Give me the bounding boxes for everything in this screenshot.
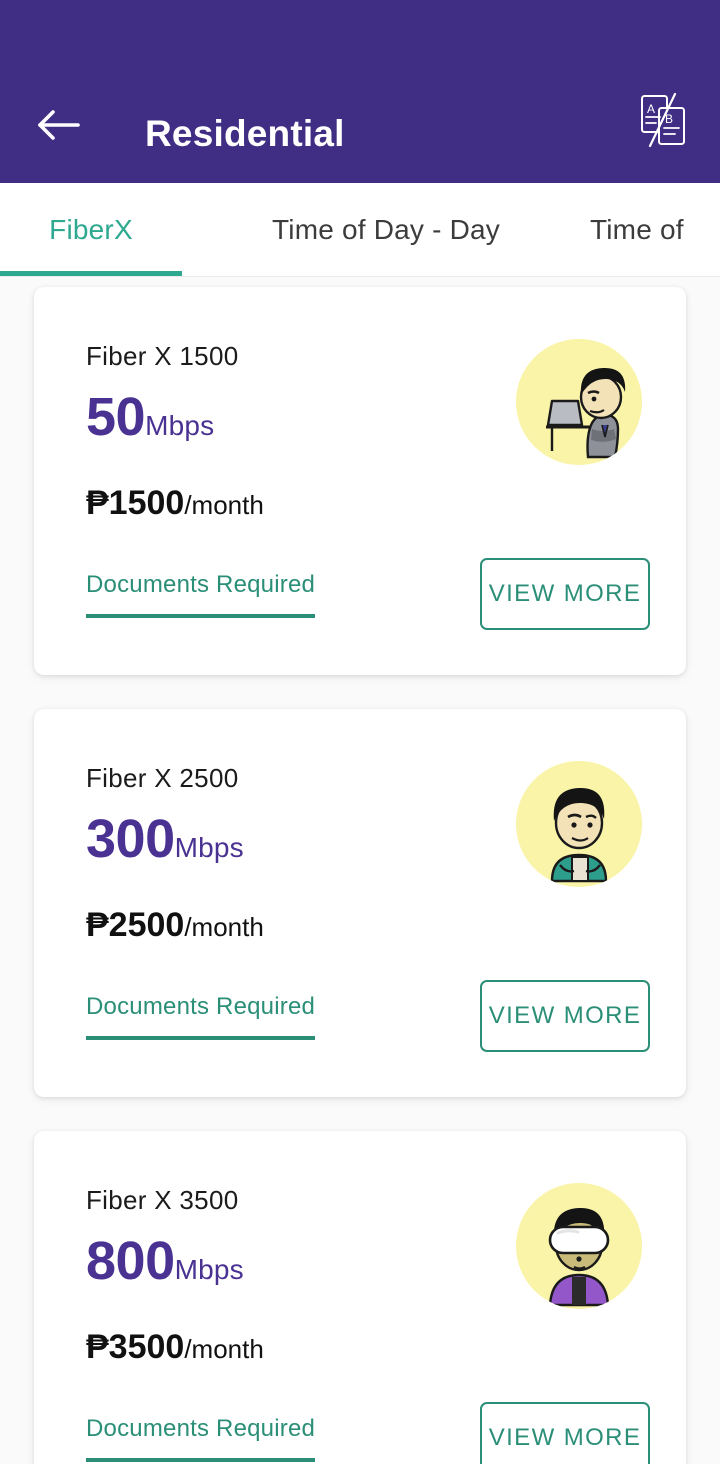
person-with-tablet-icon xyxy=(516,761,642,887)
plan-details: Fiber X 1500 50 Mbps ₱1500 /month xyxy=(86,341,516,520)
plan-card[interactable]: Fiber X 2500 300 Mbps ₱2500 /month Docum… xyxy=(34,709,686,1097)
plan-speed: 800 Mbps xyxy=(86,1234,516,1288)
plan-speed-unit: Mbps xyxy=(145,410,215,441)
tab-bar: FiberX Time of Day - Day Time of xyxy=(0,183,720,277)
plan-speed-unit: Mbps xyxy=(174,1254,244,1285)
plan-price-period: /month xyxy=(184,912,264,942)
plan-speed: 50 Mbps xyxy=(86,390,516,444)
man-at-laptop-icon xyxy=(516,339,642,465)
plan-card[interactable]: Fiber X 1500 50 Mbps ₱1500 /month Docume… xyxy=(34,287,686,675)
plan-price: ₱1500 /month xyxy=(86,486,516,520)
plan-card-footer: Documents Required VIEW MORE xyxy=(86,1402,650,1464)
avatar xyxy=(516,761,642,887)
plan-price: ₱2500 /month xyxy=(86,908,516,942)
plan-price-period: /month xyxy=(184,490,264,520)
plan-name: Fiber X 3500 xyxy=(86,1185,239,1215)
view-more-button[interactable]: VIEW MORE xyxy=(480,558,650,630)
documents-required-link[interactable]: Documents Required xyxy=(86,1415,316,1462)
back-button[interactable] xyxy=(28,95,88,155)
tab-active-indicator xyxy=(0,271,182,276)
view-more-button[interactable]: VIEW MORE xyxy=(480,1402,650,1464)
app-bar: Residential A B xyxy=(0,0,720,183)
plan-card-footer: Documents Required VIEW MORE xyxy=(86,980,650,1052)
plan-price-amount: ₱1500 xyxy=(86,484,185,522)
plan-card-footer: Documents Required VIEW MORE xyxy=(86,558,650,630)
view-more-button[interactable]: VIEW MORE xyxy=(480,980,650,1052)
plan-details: Fiber X 2500 300 Mbps ₱2500 /month xyxy=(86,763,516,942)
plan-price: ₱3500 /month xyxy=(86,1330,516,1364)
app-screen: Residential A B FiberX Time of Day - Day xyxy=(0,0,720,1464)
avatar xyxy=(516,339,642,465)
tab-fiberx[interactable]: FiberX xyxy=(0,214,182,246)
plan-name: Fiber X 2500 xyxy=(86,763,239,793)
plan-card-list: Fiber X 1500 50 Mbps ₱1500 /month Docume… xyxy=(0,277,720,1464)
plan-speed-unit: Mbps xyxy=(174,832,244,863)
plan-speed-value: 800 xyxy=(86,1231,175,1291)
person-with-vr-headset-icon xyxy=(516,1183,642,1309)
svg-text:A: A xyxy=(647,102,655,116)
plan-speed-value: 300 xyxy=(86,809,175,869)
plan-speed-value: 50 xyxy=(86,387,146,447)
plan-price-amount: ₱2500 xyxy=(86,906,185,944)
arrow-left-icon xyxy=(36,108,80,142)
plan-price-period: /month xyxy=(184,1334,264,1364)
compare-plans-button[interactable]: A B xyxy=(634,92,692,153)
compare-ab-icon: A B xyxy=(637,92,689,153)
page-title: Residential xyxy=(145,113,345,154)
plan-card[interactable]: Fiber X 3500 800 Mbps ₱3500 /month Docum… xyxy=(34,1131,686,1464)
plan-name: Fiber X 1500 xyxy=(86,341,239,371)
tab-time-of-day-day[interactable]: Time of Day - Day xyxy=(182,214,590,246)
tab-time-of-day-night[interactable]: Time of xyxy=(590,214,720,246)
documents-required-link[interactable]: Documents Required xyxy=(86,571,316,618)
plan-price-amount: ₱3500 xyxy=(86,1328,185,1366)
avatar xyxy=(516,1183,642,1309)
plan-details: Fiber X 3500 800 Mbps ₱3500 /month xyxy=(86,1185,516,1364)
plan-speed: 300 Mbps xyxy=(86,812,516,866)
documents-required-link[interactable]: Documents Required xyxy=(86,993,316,1040)
